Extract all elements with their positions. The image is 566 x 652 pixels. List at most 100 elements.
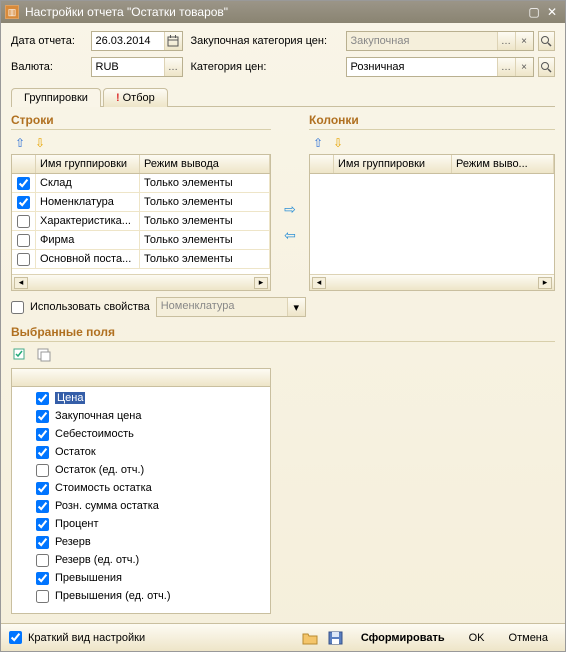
field-checkbox[interactable]	[36, 500, 49, 513]
list-item[interactable]: Процент	[12, 515, 270, 533]
field-label: Цена	[55, 392, 85, 404]
list-item[interactable]: Превышения	[12, 569, 270, 587]
ok-button[interactable]: OK	[460, 629, 494, 647]
scroll-left-button[interactable]: ◂	[14, 277, 28, 289]
row-checkbox[interactable]	[17, 253, 30, 266]
folder-icon	[302, 631, 318, 645]
field-label: Процент	[55, 518, 99, 530]
row-checkbox[interactable]	[17, 177, 30, 190]
purchase-cat-clear-button[interactable]: ×	[515, 32, 533, 50]
price-cat-clear-button[interactable]: ×	[515, 58, 533, 76]
list-item[interactable]: Себестоимость	[12, 425, 270, 443]
cols-scroll-right-button[interactable]: ▸	[538, 277, 552, 289]
move-down-button[interactable]: ⇩	[31, 134, 49, 152]
field-checkbox[interactable]	[36, 482, 49, 495]
field-checkbox[interactable]	[36, 428, 49, 441]
list-item[interactable]: Закупочная цена	[12, 407, 270, 425]
cols-title: Колонки	[309, 113, 555, 130]
selected-fields-list[interactable]: Цена Закупочная ценаСебестоимостьОстатокО…	[12, 387, 270, 607]
check-all-button[interactable]	[11, 346, 31, 364]
tab-filter[interactable]: !Отбор	[103, 88, 168, 107]
currency-select-button[interactable]: …	[164, 58, 182, 76]
row-checkbox[interactable]	[17, 215, 30, 228]
list-item[interactable]: Резерв (ед. отч.)	[12, 551, 270, 569]
table-row[interactable]: СкладТолько элементы	[12, 174, 270, 193]
cols-grid-body[interactable]	[310, 174, 554, 274]
rows-scrollbar[interactable]: ◂ ▸	[12, 274, 270, 290]
field-checkbox[interactable]	[36, 464, 49, 477]
field-checkbox[interactable]	[36, 518, 49, 531]
short-view-checkbox[interactable]	[9, 631, 22, 644]
row-check-cell	[12, 193, 36, 211]
table-row[interactable]: Характеристика...Только элементы	[12, 212, 270, 231]
close-button[interactable]: ✕	[543, 4, 561, 20]
check-all-icon	[13, 348, 29, 362]
field-checkbox[interactable]	[36, 554, 49, 567]
field-checkbox[interactable]	[36, 446, 49, 459]
field-label: Превышения (ед. отч.)	[55, 590, 171, 602]
date-picker-button[interactable]	[164, 32, 182, 50]
purchase-cat-lookup-button[interactable]	[538, 31, 555, 51]
move-up-button[interactable]: ⇧	[11, 134, 29, 152]
calendar-icon	[167, 35, 179, 47]
tab-groupings[interactable]: Группировки	[11, 88, 101, 107]
table-row[interactable]: НоменклатураТолько элементы	[12, 193, 270, 212]
properties-dropdown[interactable]: Номенклатура ▾	[156, 297, 306, 317]
price-cat-input[interactable]	[347, 58, 497, 76]
cols-move-up-button[interactable]: ⇧	[309, 134, 327, 152]
cols-grid-header: Имя группировки Режим выво...	[310, 155, 554, 174]
selected-fields-title: Выбранные поля	[11, 325, 555, 342]
list-item[interactable]: Остаток	[12, 443, 270, 461]
rows-grid-body[interactable]: СкладТолько элементыНоменклатураТолько э…	[12, 174, 270, 274]
field-checkbox[interactable]	[36, 572, 49, 585]
field-checkbox[interactable]	[36, 392, 49, 405]
price-cat-input-wrap: … ×	[346, 57, 534, 77]
row-name-cell: Основной поста...	[36, 250, 140, 268]
purchase-cat-select-button[interactable]: …	[497, 32, 515, 50]
field-checkbox[interactable]	[36, 410, 49, 423]
cols-move-down-button[interactable]: ⇩	[329, 134, 347, 152]
titlebar: ▥ Настройки отчета "Остатки товаров" ▢ ✕	[1, 1, 565, 23]
list-item[interactable]: Превышения (ед. отч.)	[12, 587, 270, 605]
row-name-cell: Фирма	[36, 231, 140, 249]
selected-fields-panel: Выбранные поля Цена Закупочная ценаСебест…	[11, 325, 555, 614]
maximize-button[interactable]: ▢	[525, 4, 543, 20]
app-icon: ▥	[5, 5, 19, 19]
price-cat-lookup-button[interactable]	[538, 57, 555, 77]
move-left-button[interactable]: ⇦	[281, 226, 299, 244]
row-name-cell: Характеристика...	[36, 212, 140, 230]
row-check-cell	[12, 174, 36, 192]
table-row[interactable]: Основной поста...Только элементы	[12, 250, 270, 269]
list-item[interactable]: Резерв	[12, 533, 270, 551]
cols-scrollbar[interactable]: ◂ ▸	[310, 274, 554, 290]
row-checkbox[interactable]	[17, 234, 30, 247]
field-checkbox[interactable]	[36, 590, 49, 603]
date-input[interactable]	[92, 32, 164, 50]
table-row[interactable]: ФирмаТолько элементы	[12, 231, 270, 250]
cols-toolbar: ⇧ ⇩	[309, 134, 555, 152]
list-item[interactable]: Розн. сумма остатка	[12, 497, 270, 515]
open-settings-button[interactable]	[300, 628, 320, 648]
row-checkbox[interactable]	[17, 196, 30, 209]
currency-input[interactable]	[92, 58, 164, 76]
save-icon	[328, 631, 344, 645]
list-item[interactable]: Цена	[12, 389, 270, 407]
generate-button[interactable]: Сформировать	[352, 629, 454, 647]
price-cat-select-button[interactable]: …	[497, 58, 515, 76]
rows-header-mode: Режим вывода	[140, 155, 270, 173]
field-label: Превышения	[55, 572, 122, 584]
list-item[interactable]: Стоимость остатка	[12, 479, 270, 497]
field-checkbox[interactable]	[36, 536, 49, 549]
list-item[interactable]: Остаток (ед. отч.)	[12, 461, 270, 479]
uncheck-all-button[interactable]	[35, 346, 55, 364]
cancel-button[interactable]: Отмена	[500, 629, 557, 647]
save-settings-button[interactable]	[326, 628, 346, 648]
use-properties-checkbox[interactable]	[11, 301, 24, 314]
purchase-cat-input-wrap: … ×	[346, 31, 534, 51]
groupings-area: Строки ⇧ ⇩ Имя группировки Режим вывода …	[11, 113, 555, 291]
purchase-cat-input[interactable]	[347, 32, 497, 50]
move-right-button[interactable]: ⇨	[281, 200, 299, 218]
cols-scroll-left-button[interactable]: ◂	[312, 277, 326, 289]
scroll-right-button[interactable]: ▸	[254, 277, 268, 289]
properties-dropdown-button[interactable]: ▾	[287, 298, 305, 316]
